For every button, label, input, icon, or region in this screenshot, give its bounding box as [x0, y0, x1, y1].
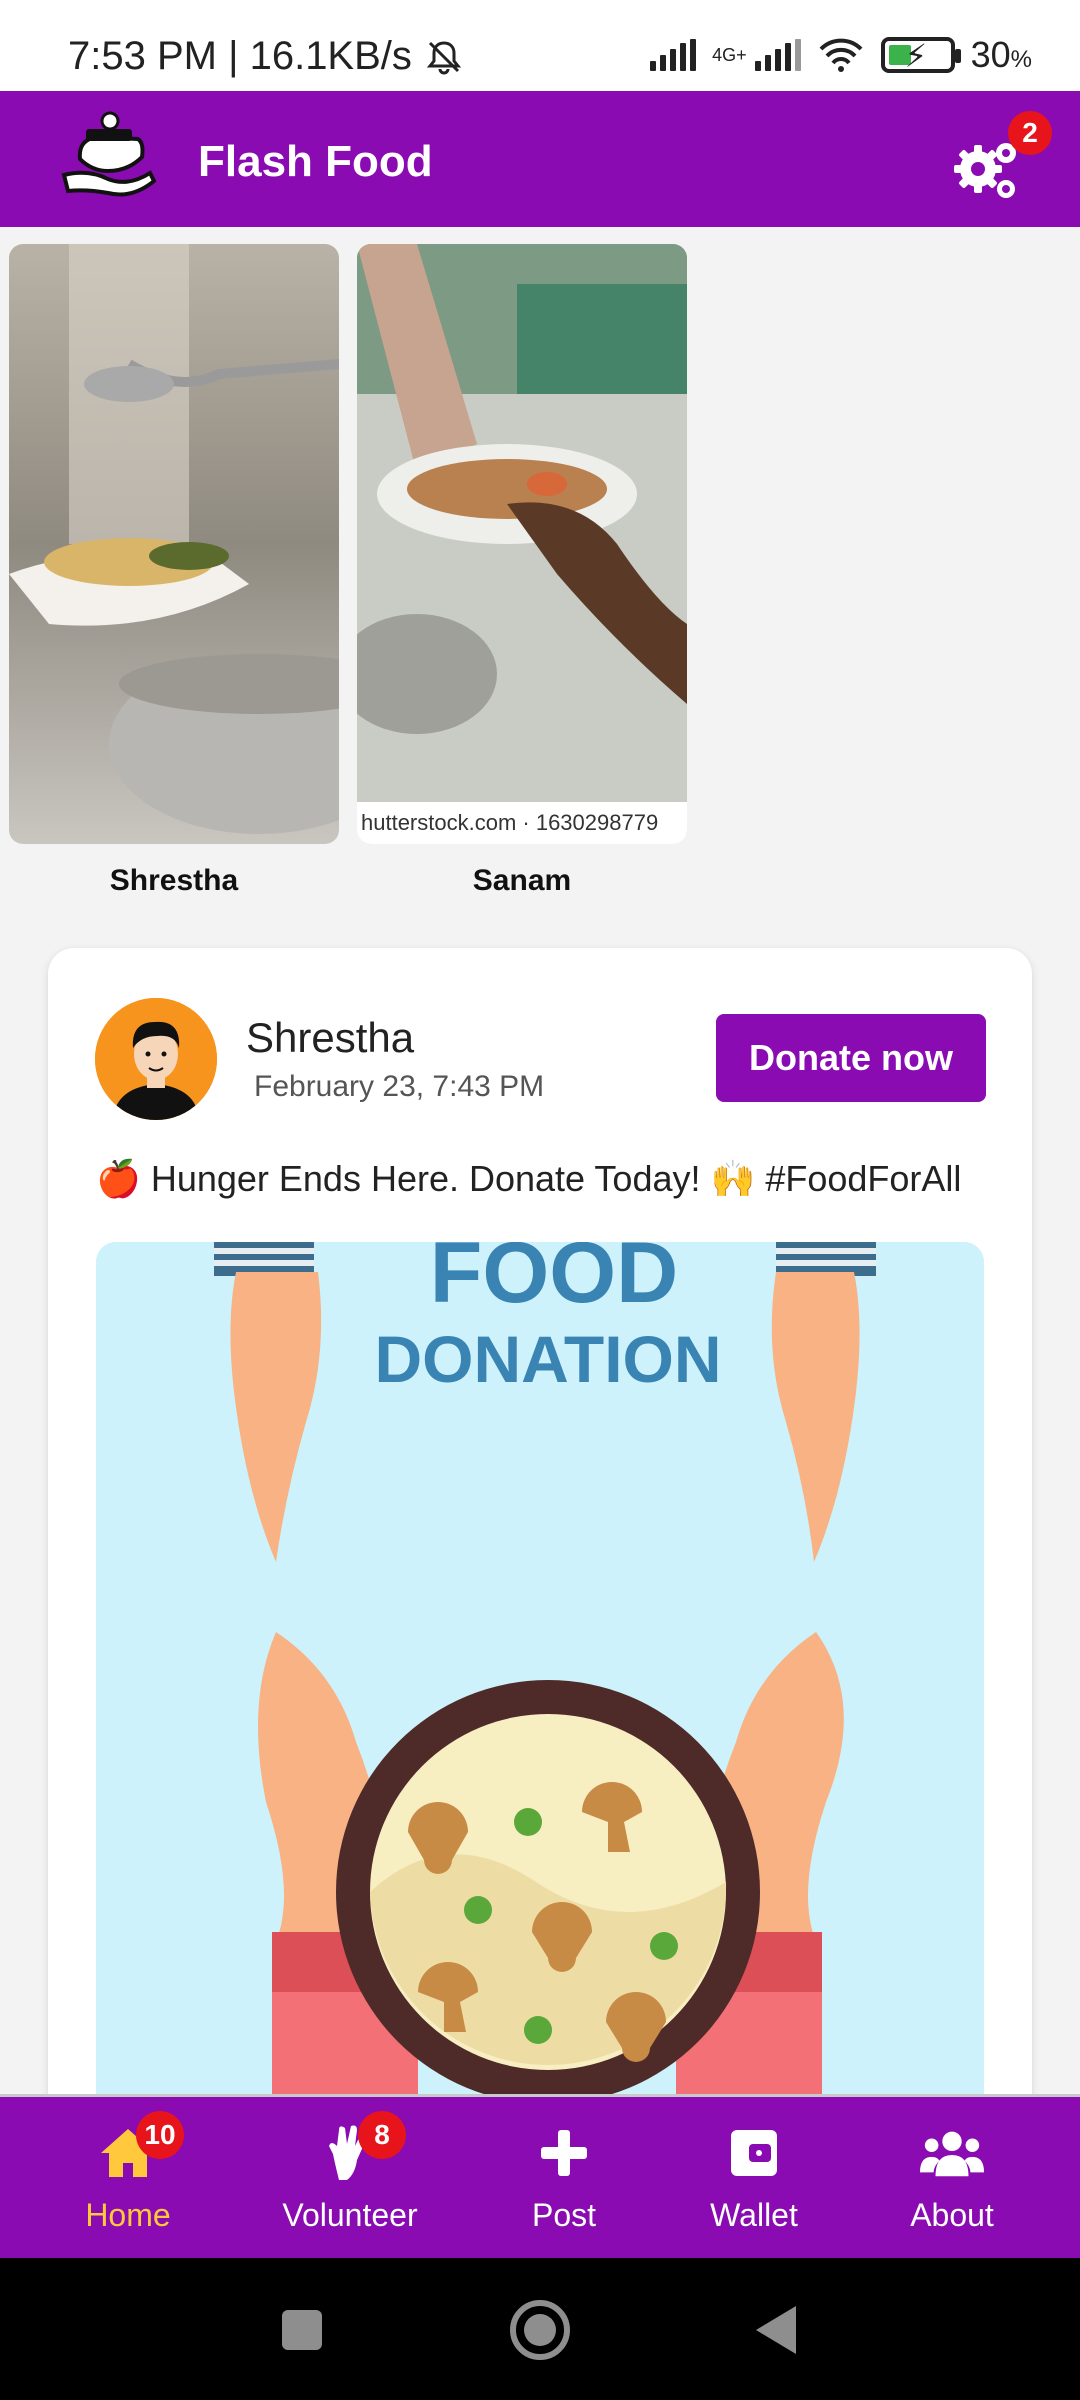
- post-author[interactable]: Shrestha: [246, 1014, 414, 1062]
- logo-icon: [61, 111, 157, 197]
- nav-label: Wallet: [710, 2197, 798, 2233]
- avatar[interactable]: [95, 998, 217, 1120]
- nav-label: About: [910, 2197, 994, 2233]
- nav-label: Volunteer: [282, 2197, 418, 2233]
- donate-now-button[interactable]: Donate now: [716, 1014, 986, 1102]
- wallet-icon: [731, 2130, 777, 2176]
- battery-icon: ⚡: [880, 37, 961, 74]
- bell-off-icon: [426, 40, 462, 74]
- image-title-food: FOOD: [430, 1242, 678, 1321]
- settings-button[interactable]: 2: [950, 111, 1052, 203]
- nav-label: Home: [85, 2197, 171, 2233]
- food-donation-illustration: FOOD DONATION: [96, 1242, 984, 2148]
- back-icon[interactable]: [754, 2304, 798, 2356]
- status-bar: 7:53 PM | 16.1KB/s 4G+ ⚡ 30%: [0, 0, 1080, 91]
- nav-post[interactable]: Post: [494, 2097, 634, 2261]
- status-left: 7:53 PM | 16.1KB/s: [68, 34, 464, 79]
- nav-about[interactable]: About: [882, 2097, 1022, 2261]
- story-watermark: hutterstock.com · 1630298779: [357, 802, 687, 844]
- home-circle-icon[interactable]: [508, 2298, 572, 2362]
- post-image[interactable]: FOOD DONATION: [96, 1242, 984, 2148]
- system-navigation-bar: [0, 2258, 1080, 2400]
- signal-icon: [650, 39, 697, 71]
- story-card-sanam[interactable]: hutterstock.com · 1630298779: [357, 244, 687, 844]
- story-name: Sanam: [472, 864, 572, 897]
- story-image: [357, 244, 687, 844]
- plus-icon: [541, 2130, 587, 2176]
- nav-home[interactable]: 10 Home: [58, 2097, 198, 2261]
- settings-badge: 2: [1008, 111, 1052, 155]
- image-title-donation: DONATION: [374, 1322, 721, 1396]
- status-time-speed: 7:53 PM | 16.1KB/s: [68, 34, 412, 78]
- network-type: 4G+: [712, 45, 747, 65]
- user-avatar-icon: [95, 998, 217, 1120]
- post-caption: 🍎 Hunger Ends Here. Donate Today! 🙌 #Foo…: [96, 1158, 962, 1199]
- nav-volunteer[interactable]: 8 Volunteer: [270, 2097, 430, 2261]
- wifi-icon: [819, 38, 863, 72]
- nav-label: Post: [531, 2197, 597, 2233]
- volunteer-badge: 8: [358, 2111, 406, 2159]
- status-right: 4G+ ⚡ 30%: [650, 34, 1032, 76]
- app-header: Flash Food 2: [0, 91, 1080, 227]
- app-title: Flash Food: [198, 137, 433, 186]
- nav-wallet[interactable]: Wallet: [684, 2097, 824, 2261]
- battery-percent: 30%: [970, 34, 1032, 75]
- signal-2-icon: [754, 39, 801, 71]
- story-card-shrestha[interactable]: [9, 244, 339, 844]
- post-timestamp: February 23, 7:43 PM: [254, 1070, 545, 1103]
- group-icon: [920, 2131, 984, 2177]
- story-name: Shrestha: [109, 864, 239, 897]
- recents-icon[interactable]: [280, 2308, 324, 2352]
- home-badge: 10: [136, 2111, 184, 2159]
- post-card: Shrestha February 23, 7:43 PM Donate now…: [48, 948, 1032, 2148]
- bottom-navigation: 10 Home 8 Volunteer Post Wallet About: [0, 2094, 1080, 2258]
- story-image: [9, 244, 339, 844]
